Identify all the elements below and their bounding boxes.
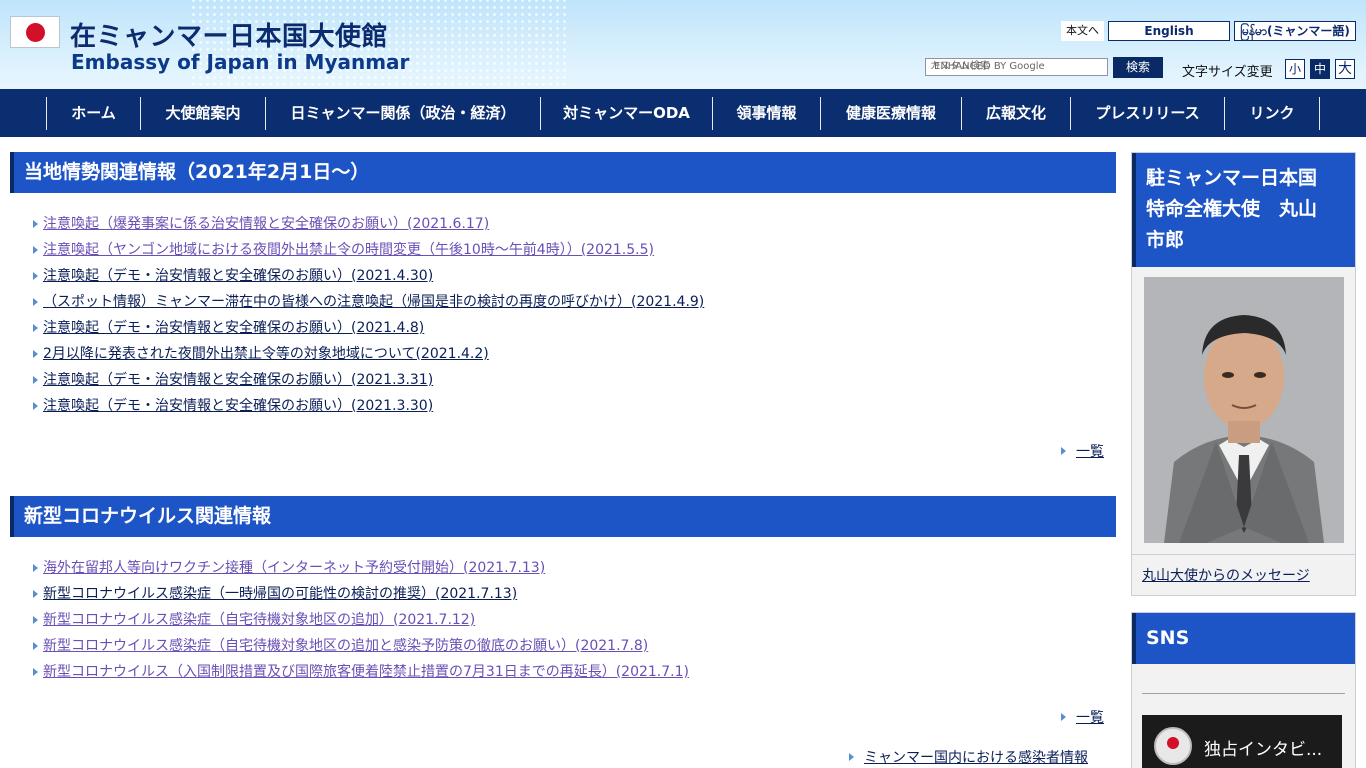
local-situation-more-link[interactable]: 一覧: [1076, 441, 1104, 461]
covid-cases-link[interactable]: ミャンマー国内における感染者情報: [864, 747, 1088, 767]
ambassador-title-line: 駐ミャンマー日本国: [1146, 167, 1318, 189]
news-link[interactable]: 注意喚起（爆発事案に係る治安情報と安全確保のお願い）(2021.6.17): [43, 216, 489, 232]
font-size-label: 文字サイズ変更: [1182, 65, 1273, 80]
divider: [1142, 693, 1345, 694]
youtube-video-thumbnail[interactable]: 独占インタビ...: [1142, 715, 1342, 768]
news-link[interactable]: （スポット情報）ミャンマー滞在中の皆様への注意喚起（帰国是非の検討の再度の呼びか…: [43, 294, 704, 310]
list-item[interactable]: 注意喚起（デモ・治安情報と安全確保のお願い）(2021.4.8): [33, 315, 704, 341]
embassy-logo-icon: [1154, 727, 1192, 765]
news-link[interactable]: 注意喚起（デモ・治安情報と安全確保のお願い）(2021.3.31): [43, 372, 433, 388]
japan-flag-icon: [10, 16, 60, 48]
site-search-input[interactable]: カスタム検索 ENHANCED BY Google: [925, 58, 1108, 76]
list-item[interactable]: 注意喚起（ヤンゴン地域における夜間外出禁止令の時間変更（午後10時～午前4時））…: [33, 237, 704, 263]
font-size-large-button[interactable]: 大: [1335, 59, 1355, 79]
site-title-japanese[interactable]: 在ミャンマー日本国大使館: [70, 16, 388, 53]
site-title-english[interactable]: Embassy of Japan in Myanmar: [71, 50, 409, 74]
news-link[interactable]: 新型コロナウイルス感染症（一時帰国の可能性の検討の推奨）(2021.7.13): [43, 586, 517, 602]
site-header: 在ミャンマー日本国大使館 Embassy of Japan in Myanmar…: [0, 0, 1366, 89]
nav-item-home[interactable]: ホーム: [47, 89, 140, 137]
nav-item-links[interactable]: リンク: [1225, 89, 1319, 137]
list-item[interactable]: 注意喚起（デモ・治安情報と安全確保のお願い）(2021.3.30): [33, 393, 704, 419]
nav-item-health[interactable]: 健康医療情報: [821, 89, 961, 137]
skip-to-content-link[interactable]: 本文へ: [1061, 21, 1104, 41]
news-link[interactable]: 2月以降に発表された夜間外出禁止令等の対象地域について(2021.4.2): [43, 346, 489, 362]
main-navigation: ホーム 大使館案内 日ミャンマー関係（政治・経済） 対ミャンマーODA 領事情報…: [0, 89, 1366, 137]
divider: [1132, 554, 1355, 555]
local-situation-list: 注意喚起（爆発事案に係る治安情報と安全確保のお願い）(2021.6.17) 注意…: [33, 211, 704, 419]
news-link[interactable]: 新型コロナウイルス感染症（自宅待機対象地区の追加）(2021.7.12): [43, 612, 475, 628]
search-button[interactable]: 検索: [1113, 57, 1163, 78]
news-link[interactable]: 新型コロナウイルス（入国制限措置及び国際旅客便着陸禁止措置の7月31日までの再延…: [43, 664, 689, 680]
covid-heading: 新型コロナウイルス関連情報: [10, 496, 1116, 537]
covid-list: 海外在留邦人等向けワクチン接種（インターネット予約受付開始）(2021.7.13…: [33, 555, 689, 685]
nav-item-embassy-info[interactable]: 大使館案内: [141, 89, 265, 137]
sns-heading: SNS: [1132, 613, 1355, 664]
ambassador-heading: 駐ミャンマー日本国 特命全権大使 丸山 市郎: [1132, 153, 1355, 267]
news-link[interactable]: 注意喚起（デモ・治安情報と安全確保のお願い）(2021.4.30): [43, 268, 433, 284]
news-link[interactable]: 注意喚起（デモ・治安情報と安全確保のお願い）(2021.4.8): [43, 320, 424, 336]
ambassador-title-line: 市郎: [1146, 229, 1185, 251]
news-link[interactable]: 新型コロナウイルス感染症（自宅待機対象地区の追加と感染予防策の徹底のお願い）(2…: [43, 638, 648, 654]
font-size-small-button[interactable]: 小: [1285, 59, 1305, 79]
list-item[interactable]: 注意喚起（デモ・治安情報と安全確保のお願い）(2021.4.30): [33, 263, 704, 289]
ambassador-message-link[interactable]: 丸山大使からのメッセージ: [1142, 565, 1310, 585]
news-link[interactable]: 海外在留邦人等向けワクチン接種（インターネット予約受付開始）(2021.7.13…: [43, 560, 545, 576]
list-item[interactable]: 新型コロナウイルス感染症（自宅待機対象地区の追加と感染予防策の徹底のお願い）(2…: [33, 633, 689, 659]
local-situation-heading: 当地情勢関連情報（2021年2月1日～）: [10, 152, 1116, 193]
arrow-right-icon: [849, 753, 854, 761]
nav-item-relations[interactable]: 日ミャンマー関係（政治・経済）: [266, 89, 540, 137]
list-item[interactable]: （スポット情報）ミャンマー滞在中の皆様への注意喚起（帰国是非の検討の再度の呼びか…: [33, 289, 704, 315]
nav-item-press[interactable]: プレスリリース: [1071, 89, 1224, 137]
list-item[interactable]: 2月以降に発表された夜間外出禁止令等の対象地域について(2021.4.2): [33, 341, 704, 367]
list-item[interactable]: 海外在留邦人等向けワクチン接種（インターネット予約受付開始）(2021.7.13…: [33, 555, 689, 581]
language-english-button[interactable]: English: [1108, 21, 1230, 41]
ambassador-title-line: 特命全権大使 丸山: [1146, 198, 1318, 220]
sns-title: SNS: [1146, 627, 1190, 649]
font-size-medium-button[interactable]: 中: [1310, 59, 1330, 79]
nav-item-consular[interactable]: 領事情報: [713, 89, 820, 137]
covid-more-link[interactable]: 一覧: [1076, 707, 1104, 727]
news-link[interactable]: 注意喚起（デモ・治安情報と安全確保のお願い）(2021.3.30): [43, 398, 433, 414]
language-myanmar-button[interactable]: မြန်မာ(ミャンマー語): [1234, 21, 1356, 41]
ambassador-portrait: [1144, 277, 1344, 543]
ambassador-portrait-image: [1144, 277, 1344, 543]
list-item[interactable]: 新型コロナウイルス感染症（一時帰国の可能性の検討の推奨）(2021.7.13): [33, 581, 689, 607]
nav-item-oda[interactable]: 対ミャンマーODA: [541, 89, 712, 137]
search-brand-label: ENHANCED BY Google: [934, 61, 1045, 72]
nav-separator: [1319, 97, 1320, 130]
video-title: 独占インタビ...: [1204, 740, 1323, 760]
list-item[interactable]: 新型コロナウイルス感染症（自宅待機対象地区の追加）(2021.7.12): [33, 607, 689, 633]
list-item[interactable]: 注意喚起（爆発事案に係る治安情報と安全確保のお願い）(2021.6.17): [33, 211, 704, 237]
news-link[interactable]: 注意喚起（ヤンゴン地域における夜間外出禁止令の時間変更（午後10時～午前4時））…: [43, 242, 654, 258]
list-item[interactable]: 新型コロナウイルス（入国制限措置及び国際旅客便着陸禁止措置の7月31日までの再延…: [33, 659, 689, 685]
list-item[interactable]: 注意喚起（デモ・治安情報と安全確保のお願い）(2021.3.31): [33, 367, 704, 393]
arrow-right-icon: [1061, 447, 1066, 455]
nav-item-culture[interactable]: 広報文化: [962, 89, 1070, 137]
arrow-right-icon: [1061, 713, 1066, 721]
